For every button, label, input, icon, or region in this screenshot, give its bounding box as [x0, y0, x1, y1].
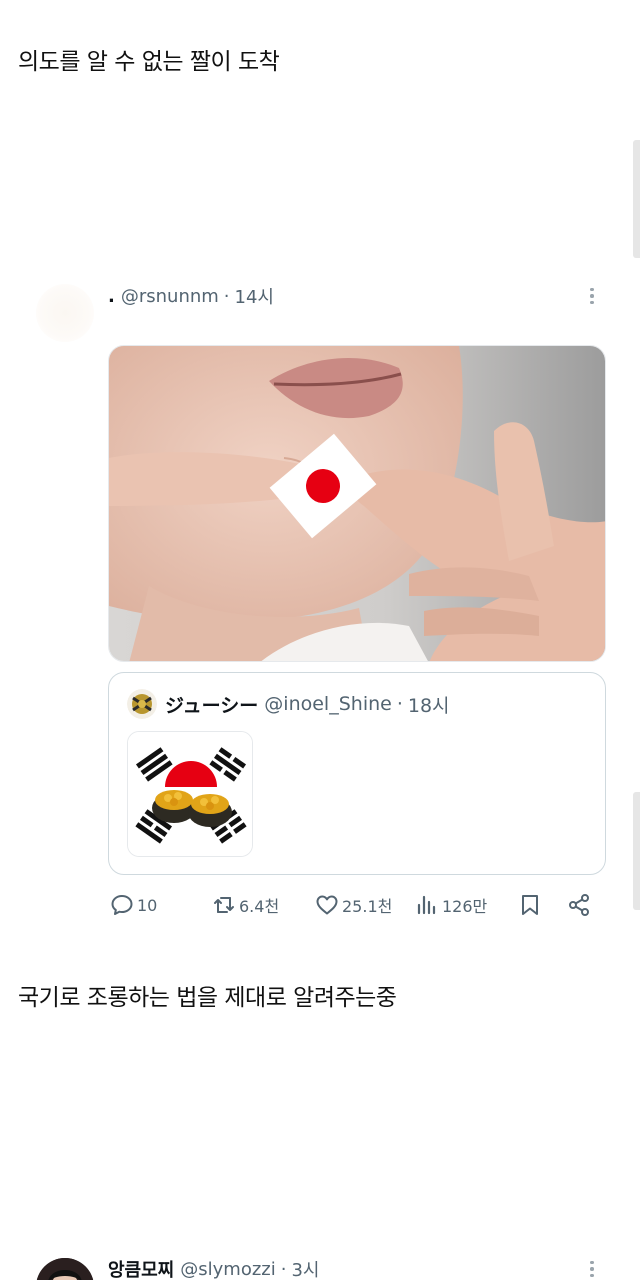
quoted-display-name[interactable]: ジューシー [165, 691, 258, 718]
tweet-media-image[interactable] [108, 345, 606, 662]
avatar[interactable] [36, 1258, 94, 1280]
taegeukgi-sushi-image [128, 732, 252, 856]
display-name[interactable]: 앙큼모찌 [108, 1256, 174, 1280]
post-caption-second: 국기로 조롱하는 법을 제대로 알려주는중 [18, 985, 397, 1011]
timestamp[interactable]: 14시 [235, 283, 274, 309]
quoted-tweet-card[interactable]: ジューシー @inoel_Shine · 18시 [108, 672, 606, 875]
heart-icon [316, 895, 338, 915]
more-options-icon[interactable] [582, 1256, 602, 1280]
retweet-count: 6.4천 [239, 897, 280, 916]
separator: · [280, 1258, 287, 1280]
scroll-indicator[interactable] [633, 792, 640, 910]
avatar[interactable] [36, 284, 94, 342]
scroll-indicator[interactable] [633, 140, 640, 258]
gold-emblem-avatar[interactable] [127, 689, 157, 719]
separator: · [396, 693, 403, 715]
display-name[interactable]: . [108, 286, 115, 307]
user-handle[interactable]: @rsnunnm [121, 286, 219, 307]
user-photo-icon [36, 1258, 94, 1280]
bookmark-icon [522, 895, 538, 915]
share-icon [569, 894, 589, 916]
quoted-tweet-media[interactable] [127, 731, 253, 857]
retweet-button[interactable]: 6.4천 [212, 890, 279, 920]
like-button[interactable]: 25.1천 [315, 890, 392, 920]
bookmark-button[interactable] [518, 890, 542, 920]
user-handle[interactable]: @slymozzi [180, 1259, 275, 1280]
tweet-header: . @rsnunnm · 14시 [108, 283, 274, 309]
views-button[interactable]: 126만 [415, 890, 487, 920]
tweet-action-bar: 10 6.4천 25.1천 126만 [110, 890, 600, 920]
reply-icon [111, 895, 133, 915]
share-button[interactable] [567, 890, 591, 920]
quoted-tweet-header: ジューシー @inoel_Shine · 18시 [165, 691, 450, 717]
views-chart-icon [417, 895, 436, 915]
japanese-flag-finger-photo [109, 346, 605, 661]
timestamp[interactable]: 3시 [291, 1256, 319, 1280]
quoted-timestamp[interactable]: 18시 [408, 691, 450, 718]
gold-emblem-icon [127, 689, 157, 719]
more-options-icon[interactable] [582, 283, 602, 309]
tweet-header: 앙큼모찌 @slymozzi · 3시 [108, 1256, 319, 1280]
views-count: 126만 [442, 897, 488, 916]
quoted-user-handle[interactable]: @inoel_Shine [264, 693, 392, 715]
post-caption: 의도를 알 수 없는 짤이 도착 [18, 49, 280, 75]
separator: · [223, 285, 230, 307]
reply-count: 10 [137, 895, 158, 915]
like-count: 25.1천 [342, 897, 393, 916]
retweet-icon [214, 897, 234, 913]
reply-button[interactable]: 10 [110, 890, 157, 920]
